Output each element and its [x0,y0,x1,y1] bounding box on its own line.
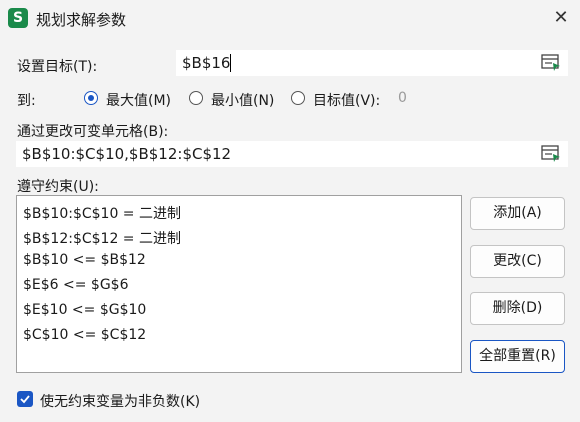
list-item[interactable]: $B$10:$C$10 = 二进制 [23,203,181,223]
constraints-list[interactable]: $B$10:$C$10 = 二进制 $B$12:$C$12 = 二进制 $B$1… [16,195,462,373]
target-value-input[interactable]: 0 [398,90,407,106]
title-bar: S 规划求解参数 ✕ [0,0,580,36]
objective-label: 设置目标(T): [17,59,98,75]
text-caret [230,54,231,72]
list-item[interactable]: $E$10 <= $G$10 [23,302,146,318]
radio-target[interactable] [291,91,305,105]
range-select-icon[interactable] [541,145,561,163]
constraints-label: 遵守约束(U): [17,179,99,195]
nonneg-checkbox[interactable] [17,391,33,407]
app-icon: S [8,8,28,28]
radio-min-label[interactable]: 最小值(N) [211,90,274,110]
window-title: 规划求解参数 [36,11,127,29]
radio-max-label[interactable]: 最大值(M) [106,90,171,110]
variables-input[interactable]: $B$10:$C$10,$B$12:$C$12 [16,141,568,167]
objective-value: $B$16 [182,54,231,72]
variables-value: $B$10:$C$10,$B$12:$C$12 [22,145,232,163]
radio-max[interactable] [84,91,98,105]
list-item[interactable]: $B$10 <= $B$12 [23,252,146,268]
checkmark-icon [20,395,30,404]
delete-button[interactable]: 删除(D) [470,292,565,325]
objective-input[interactable]: $B$16 [176,50,568,76]
radio-target-label[interactable]: 目标值(V): [313,90,380,110]
to-label: 到: [17,93,36,109]
variables-label: 通过更改可变单元格(B): [17,124,169,140]
range-select-icon[interactable] [541,54,561,72]
list-item[interactable]: $E$6 <= $G$6 [23,277,129,293]
list-item[interactable]: $C$10 <= $C$12 [23,327,146,343]
reset-all-button[interactable]: 全部重置(R) [470,340,565,373]
nonneg-label[interactable]: 使无约束变量为非负数(K) [40,391,200,411]
change-button[interactable]: 更改(C) [470,245,565,278]
add-button[interactable]: 添加(A) [470,197,565,230]
radio-min[interactable] [189,91,203,105]
close-icon[interactable]: ✕ [548,6,574,30]
list-item[interactable]: $B$12:$C$12 = 二进制 [23,228,181,248]
